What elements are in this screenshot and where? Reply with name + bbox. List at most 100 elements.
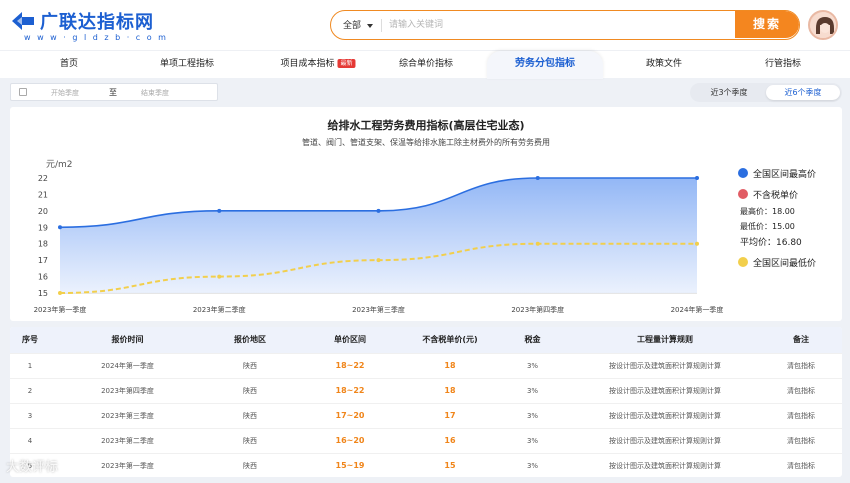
avatar[interactable] — [808, 10, 838, 40]
y-tick-label: 16 — [38, 273, 48, 282]
logo-title: 广联达指标网 — [40, 12, 154, 33]
chart-panel: 元/m2 15 16 17 18 19 20 21 22 2023年第一季度 2023年第二季度 20… — [10, 107, 842, 321]
price-table-panel: 序号 报价时间 报价地区 单价区间 不含税单价(元) 税金 工程量计算规则 备注… — [10, 327, 842, 477]
cell-rule: 按设计图示及建筑面积计算规则计算 — [570, 402, 760, 428]
nav-item-label: 综合单价指标 — [398, 59, 454, 69]
cell-region: 陕西 — [205, 427, 295, 453]
site-logo[interactable]: 广联达指标网 w w w · g l d z b · c o m — [10, 6, 185, 44]
end-quarter-input[interactable]: 结束季度 — [141, 88, 169, 98]
max-series-point[interactable] — [376, 208, 381, 213]
x-tick-label: 2023年第四季度 — [511, 305, 564, 314]
nav-item-labor-subcontract[interactable]: 劳务分包指标 — [487, 51, 603, 79]
avatar-icon — [810, 12, 836, 38]
search-button[interactable]: 搜索 — [735, 11, 799, 38]
legend-avg-price: 平均价：16.80 — [740, 238, 802, 248]
cell-rule: 按设计图示及建筑面积计算规则计算 — [570, 352, 760, 378]
min-series-point[interactable] — [217, 274, 222, 279]
cell-quote-time: 2023年第四季度 — [50, 377, 205, 403]
cell-quote-time: 2023年第一季度 — [50, 452, 205, 477]
logo-arrow-icon — [12, 12, 34, 30]
y-tick-label: 21 — [38, 190, 48, 199]
nav-item-industry[interactable]: 行管指标 — [765, 51, 801, 79]
col-header-tax: 税金 — [495, 327, 570, 353]
cell-tax: 3% — [495, 427, 570, 453]
cell-index: 2 — [10, 377, 50, 403]
max-series-point[interactable] — [695, 176, 699, 180]
cell-price-range: 18~22 — [295, 377, 405, 403]
table-row[interactable]: 1 2024年第一季度 陕西 18~22 18 3% 按设计图示及建筑面积计算规… — [10, 352, 842, 378]
legend-max-price: 最高价：18.00 — [740, 207, 795, 216]
min-series-point[interactable] — [58, 291, 62, 295]
table-row[interactable]: 3 2023年第三季度 陕西 17~20 17 3% 按设计图示及建筑面积计算规… — [10, 402, 842, 428]
table-row[interactable]: 2 2023年第四季度 陕西 18~22 18 3% 按设计图示及建筑面积计算规… — [10, 377, 842, 403]
y-tick-label: 15 — [38, 289, 48, 298]
quarter-toggle: 近3个季度 近6个季度 — [690, 83, 842, 102]
cell-tax: 3% — [495, 352, 570, 378]
legend-item-unit-price[interactable]: 不含税单价 — [738, 188, 798, 201]
legend-label-unit-price: 不含税单价 — [753, 191, 799, 201]
cell-price-range: 17~20 — [295, 402, 405, 428]
chart-title: 给排水工程劳务费用指标(高层住宅业态) — [327, 119, 525, 132]
cell-unit-price: 18 — [405, 377, 495, 403]
cell-unit-price: 17 — [405, 402, 495, 428]
search-category-select[interactable]: 全部 — [343, 18, 374, 31]
price-table: 序号 报价时间 报价地区 单价区间 不含税单价(元) 税金 工程量计算规则 备注… — [10, 327, 842, 477]
cell-price-range: 16~20 — [295, 427, 405, 453]
max-series-point[interactable] — [58, 225, 62, 230]
y-tick-label: 17 — [38, 256, 48, 265]
search-category-label: 全部 — [343, 21, 362, 31]
nav-item-project-cost[interactable]: 项目成本指标 最新 — [280, 51, 356, 79]
quarter-range-picker[interactable]: 开始季度 至 结束季度 — [10, 83, 218, 101]
nav-item-label: 劳务分包指标 — [515, 58, 575, 69]
x-tick-label: 2024年第一季度 — [671, 305, 724, 314]
toggle-last-3-quarters[interactable]: 近3个季度 — [692, 85, 766, 100]
y-tick-label: 19 — [38, 223, 48, 232]
legend-item-min[interactable]: 全国区间最低价 — [738, 256, 816, 269]
table-header-row: 序号 报价时间 报价地区 单价区间 不含税单价(元) 税金 工程量计算规则 备注 — [10, 327, 842, 353]
col-header-index: 序号 — [10, 327, 50, 353]
search-input[interactable] — [389, 15, 709, 35]
cell-remark: 清包指标 — [760, 427, 842, 453]
nav-item-single-project[interactable]: 单项工程指标 — [160, 51, 214, 79]
nav-item-label: 首页 — [59, 59, 79, 69]
cell-unit-price: 15 — [405, 452, 495, 477]
cell-remark: 清包指标 — [760, 452, 842, 477]
col-header-quote-time: 报价时间 — [50, 327, 205, 353]
legend-label-min: 全国区间最低价 — [753, 259, 817, 269]
min-series-point[interactable] — [695, 241, 699, 246]
main-nav: 首页 单项工程指标 项目成本指标 最新 综合单价指标 劳务分包指标 政策文件 行管… — [0, 50, 850, 79]
table-row[interactable]: 4 2023年第二季度 陕西 16~20 16 3% 按设计图示及建筑面积计算规… — [10, 427, 842, 453]
cell-index: 3 — [10, 402, 50, 428]
x-tick-label: 2023年第二季度 — [193, 305, 246, 314]
nav-item-policy[interactable]: 政策文件 — [646, 51, 682, 79]
cell-remark: 清包指标 — [760, 377, 842, 403]
search-divider — [381, 19, 382, 32]
legend-min-price: 最低价：15.00 — [740, 222, 795, 231]
min-series-point[interactable] — [376, 258, 381, 263]
cell-region: 陕西 — [205, 452, 295, 477]
cell-index: 4 — [10, 427, 50, 453]
y-tick-label: 20 — [38, 207, 48, 216]
y-axis-unit-label: 元/m2 — [46, 160, 73, 170]
cell-tax: 3% — [495, 377, 570, 403]
col-header-price-range: 单价区间 — [295, 327, 405, 353]
new-badge: 最新 — [337, 59, 356, 68]
start-quarter-input[interactable]: 开始季度 — [51, 88, 79, 98]
col-header-remark: 备注 — [760, 327, 842, 353]
min-series-point[interactable] — [535, 241, 540, 246]
table-row[interactable]: 5 2023年第一季度 陕西 15~19 15 3% 按设计图示及建筑面积计算规… — [10, 452, 842, 477]
max-series-point[interactable] — [217, 208, 222, 213]
col-header-unit-price: 不含税单价(元) — [405, 327, 495, 353]
nav-item-label: 项目成本指标 — [280, 59, 335, 69]
logo-url: w w w · g l d z b · c o m — [24, 33, 168, 42]
toggle-last-6-quarters[interactable]: 近6个季度 — [766, 85, 840, 100]
nav-item-unit-price[interactable]: 综合单价指标 — [399, 51, 453, 79]
cell-unit-price: 18 — [405, 352, 495, 378]
cell-unit-price: 16 — [405, 427, 495, 453]
max-series-point[interactable] — [535, 176, 540, 180]
search-bar: 全部 搜索 — [330, 10, 800, 40]
nav-item-home[interactable]: 首页 — [60, 51, 78, 79]
nav-item-label: 行管指标 — [764, 59, 802, 69]
cell-region: 陕西 — [205, 377, 295, 403]
legend-item-max[interactable]: 全国区间最高价 — [738, 167, 816, 180]
